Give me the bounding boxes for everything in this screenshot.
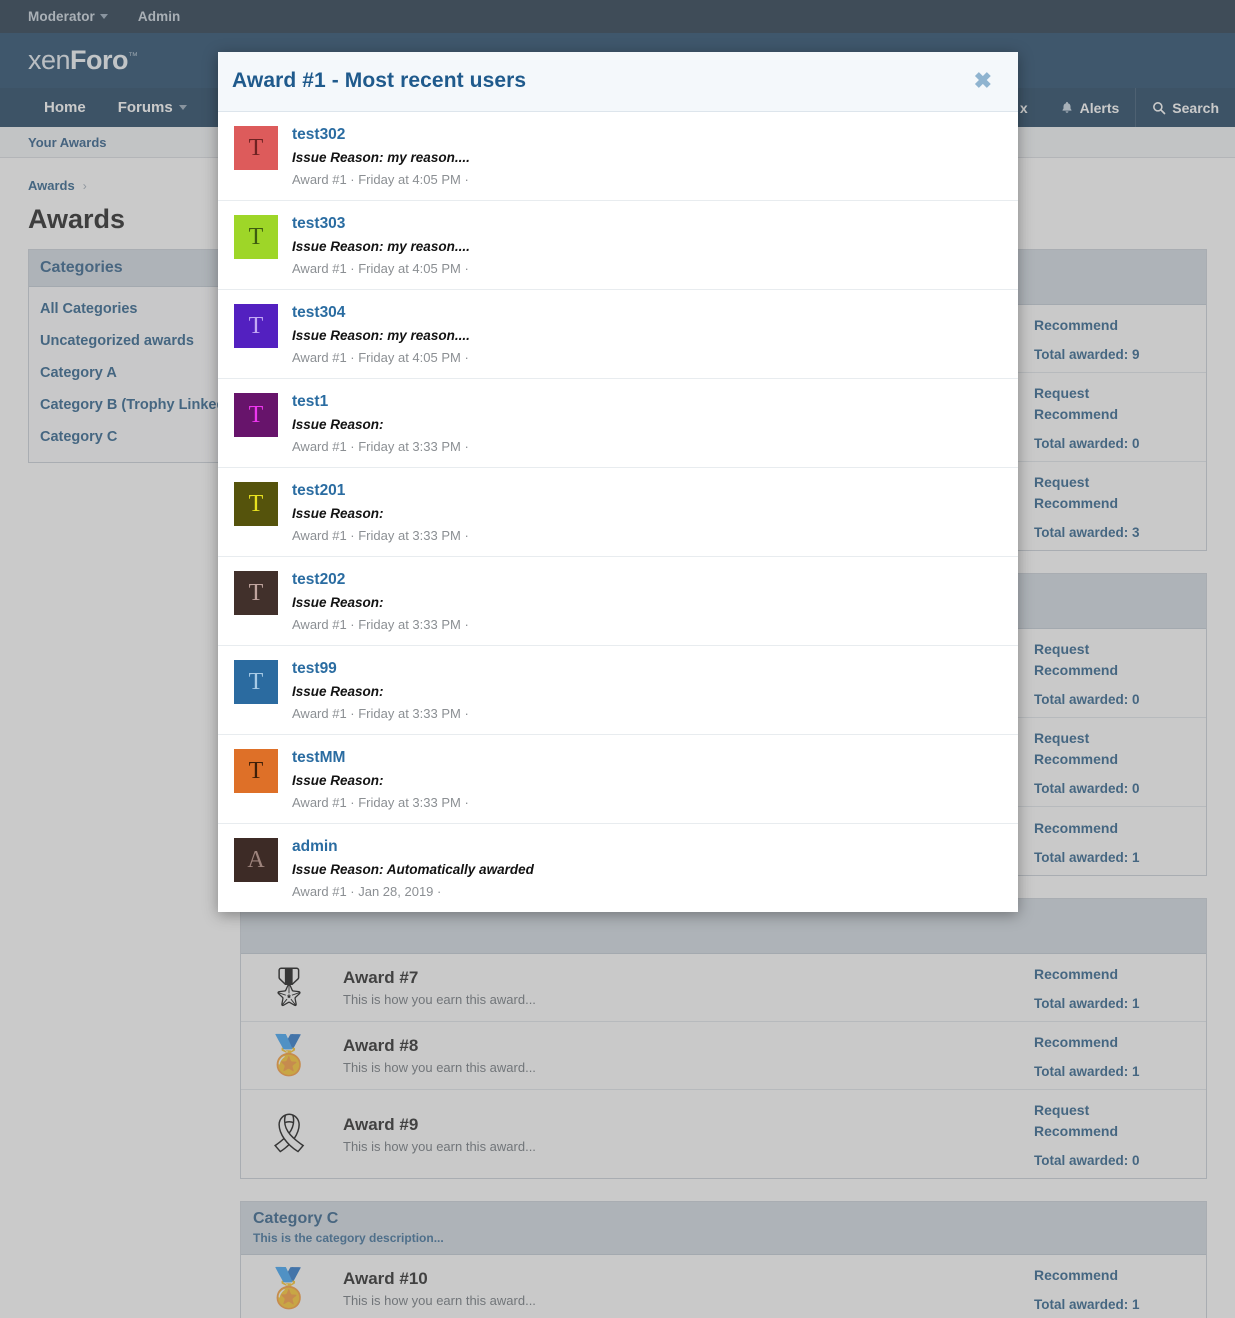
avatar[interactable]: A	[234, 838, 278, 883]
issue-reason: Issue Reason:	[292, 506, 384, 522]
most-recent-users-modal: Award #1 - Most recent users ✖ Ttest302 I…	[218, 52, 1018, 913]
username-link[interactable]: test303	[292, 215, 1004, 232]
list-item[interactable]: Ttest201 Issue Reason: Award #1 · Friday a…	[218, 468, 1018, 558]
list-item[interactable]: Ttest202 Issue Reason: Award #1 · Friday a…	[218, 557, 1018, 647]
award-meta: Award #1 · Friday at 4:05 PM ·	[292, 350, 469, 366]
list-item[interactable]: Ttest304 Issue Reason: my reason.... Award…	[218, 290, 1018, 380]
issue-reason: Issue Reason: Automatically awarded	[292, 862, 534, 878]
close-icon[interactable]: ✖	[970, 68, 996, 94]
username-link[interactable]: testMM	[292, 749, 1004, 766]
user-info: test302 Issue Reason: my reason.... Award …	[292, 126, 1004, 187]
avatar[interactable]: T	[234, 393, 278, 438]
user-info: test201 Issue Reason: Award #1 · Friday at…	[292, 482, 1004, 543]
avatar[interactable]: T	[234, 304, 278, 349]
issue-reason: Issue Reason: my reason....	[292, 150, 470, 166]
list-item[interactable]: Ttest302 Issue Reason: my reason.... Award…	[218, 112, 1018, 202]
award-meta: Award #1 · Friday at 3:33 PM ·	[292, 528, 469, 544]
issue-reason: Issue Reason: my reason....	[292, 239, 470, 255]
username-link[interactable]: test302	[292, 126, 1004, 143]
user-info: test202 Issue Reason: Award #1 · Friday at…	[292, 571, 1004, 632]
user-info: test1 Issue Reason: Award #1 · Friday at 3…	[292, 393, 1004, 454]
award-meta: Award #1 · Friday at 4:05 PM ·	[292, 261, 469, 277]
list-item[interactable]: Ttest1 Issue Reason: Award #1 · Friday at …	[218, 379, 1018, 469]
issue-reason: Issue Reason: my reason....	[292, 328, 470, 344]
username-link[interactable]: test202	[292, 571, 1004, 588]
username-link[interactable]: test1	[292, 393, 1004, 410]
user-info: testMM Issue Reason: Award #1 · Friday at …	[292, 749, 1004, 810]
user-info: test304 Issue Reason: my reason.... Award …	[292, 304, 1004, 365]
avatar[interactable]: T	[234, 749, 278, 794]
issue-reason: Issue Reason:	[292, 773, 384, 789]
username-link[interactable]: test201	[292, 482, 1004, 499]
award-meta: Award #1 · Jan 28, 2019 ·	[292, 884, 442, 900]
page-root: Moderator Admin xenForo™ Home Forums Wh	[0, 0, 1235, 1318]
award-meta: Award #1 · Friday at 3:33 PM ·	[292, 617, 469, 633]
username-link[interactable]: test304	[292, 304, 1004, 321]
award-meta: Award #1 · Friday at 3:33 PM ·	[292, 795, 469, 811]
list-item[interactable]: Ttest99 Issue Reason: Award #1 · Friday at…	[218, 646, 1018, 736]
username-link[interactable]: admin	[292, 838, 1004, 855]
avatar[interactable]: T	[234, 571, 278, 616]
list-item[interactable]: Ttest303 Issue Reason: my reason.... Award…	[218, 201, 1018, 291]
avatar[interactable]: T	[234, 215, 278, 260]
avatar[interactable]: T	[234, 660, 278, 705]
user-info: admin Issue Reason: Automatically awarded…	[292, 838, 1004, 899]
avatar[interactable]: T	[234, 126, 278, 170]
modal-header: Award #1 - Most recent users ✖	[218, 52, 1018, 112]
award-meta: Award #1 · Friday at 3:33 PM ·	[292, 439, 469, 455]
issue-reason: Issue Reason:	[292, 684, 384, 700]
award-meta: Award #1 · Friday at 4:05 PM ·	[292, 172, 469, 188]
issue-reason: Issue Reason:	[292, 595, 384, 611]
issue-reason: Issue Reason:	[292, 417, 384, 433]
avatar[interactable]: T	[234, 482, 278, 527]
list-item[interactable]: Aadmin Issue Reason: Automatically awarde…	[218, 824, 1018, 912]
modal-title: Award #1 - Most recent users	[232, 69, 527, 92]
award-meta: Award #1 · Friday at 3:33 PM ·	[292, 706, 469, 722]
username-link[interactable]: test99	[292, 660, 1004, 677]
list-item[interactable]: TtestMM Issue Reason: Award #1 · Friday at…	[218, 735, 1018, 825]
modal-body: Ttest302 Issue Reason: my reason.... Award…	[218, 112, 1018, 913]
user-info: test99 Issue Reason: Award #1 · Friday at …	[292, 660, 1004, 721]
user-info: test303 Issue Reason: my reason.... Award …	[292, 215, 1004, 276]
